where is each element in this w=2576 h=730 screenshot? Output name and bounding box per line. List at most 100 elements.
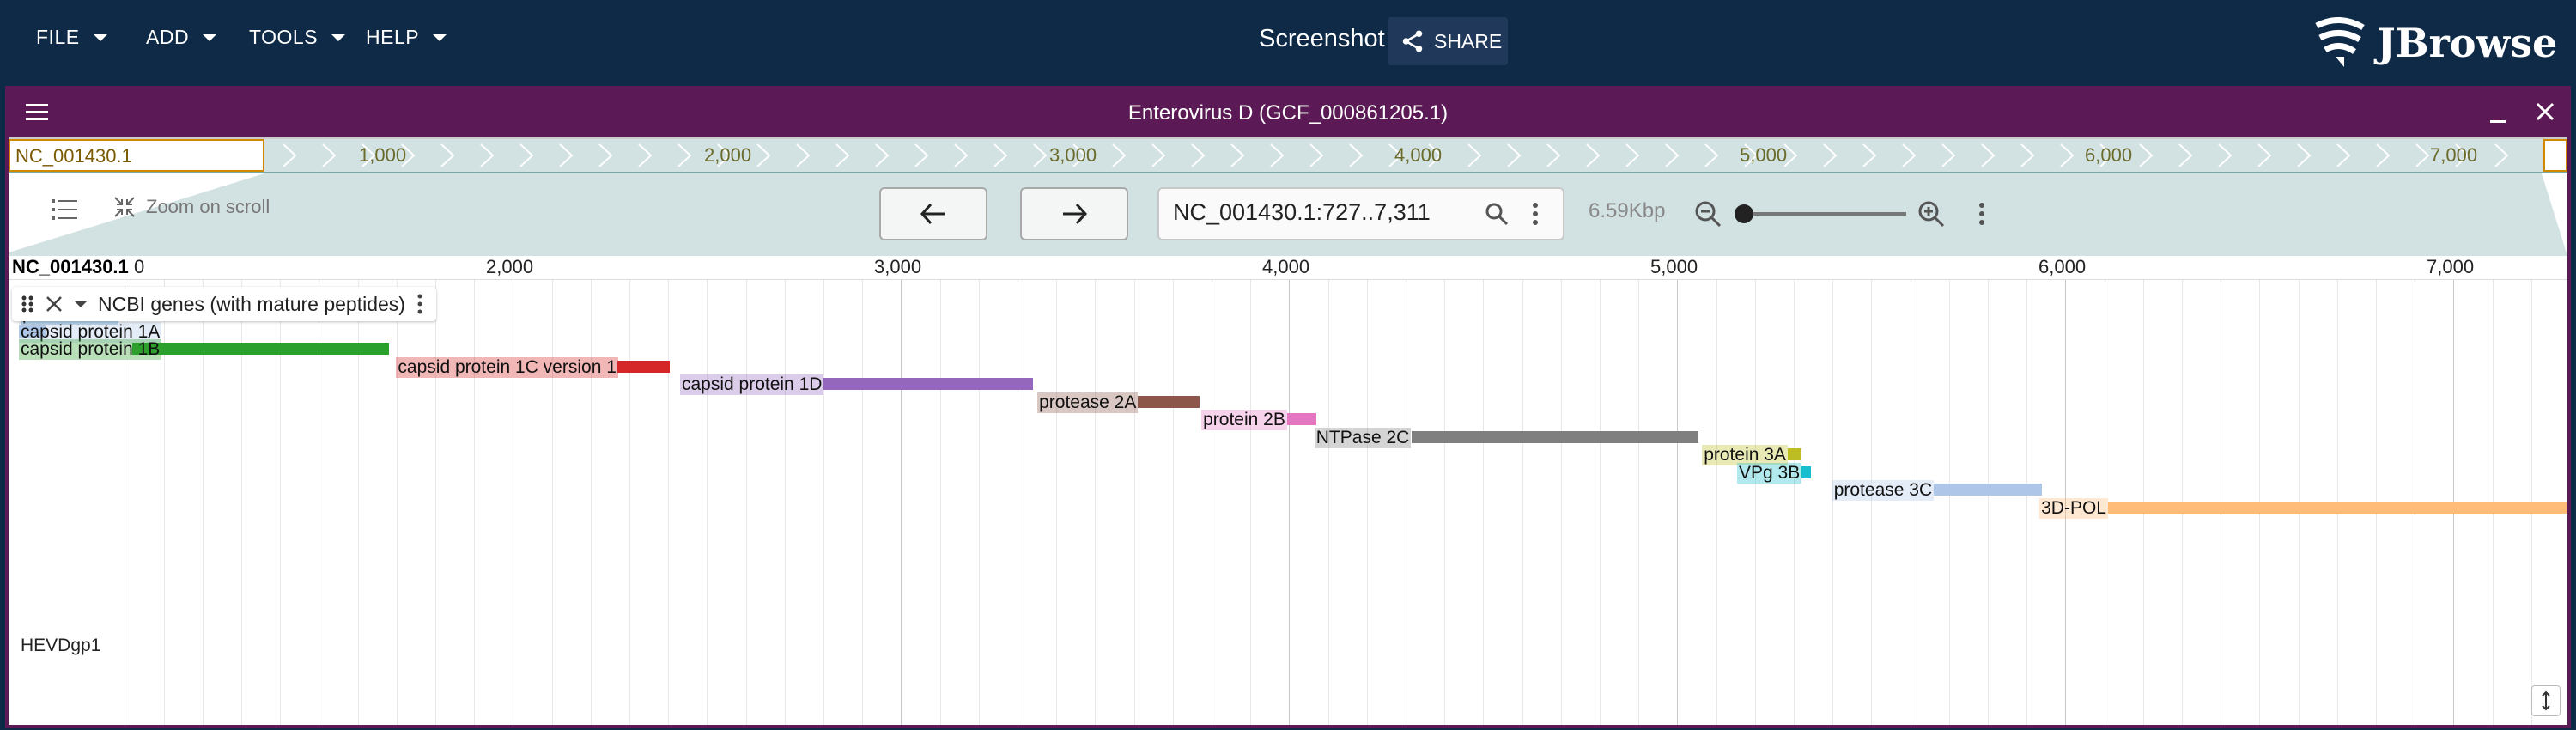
menu-tools[interactable]: TOOLS (249, 26, 346, 49)
feature-label[interactable]: VPg 3B (1737, 462, 1802, 484)
gridline (1172, 280, 1174, 725)
chevron-down-icon (93, 33, 107, 41)
track-selector-icon[interactable] (48, 194, 82, 225)
share-button[interactable]: SHARE (1388, 17, 1508, 65)
gridline (1677, 280, 1679, 725)
feature-bar[interactable] (1788, 448, 1802, 460)
scale-ruler: 0 2,000 3,000 4,000 5,000 6,000 7,000 NC… (9, 256, 2567, 280)
ruler-tick: 2,000 (486, 256, 534, 277)
zoom-out-icon[interactable] (1693, 199, 1722, 228)
gridline (1056, 280, 1058, 725)
gridline (745, 280, 747, 725)
feature-bar[interactable] (1933, 484, 2043, 496)
gridline (590, 280, 592, 725)
zoom-in-icon[interactable] (1917, 199, 1946, 228)
gridline (551, 280, 553, 725)
view-title: Enterovirus D (GCF_000861205.1) (1127, 101, 1449, 125)
arrow-left-icon (920, 203, 945, 225)
feature-label[interactable]: capsid protein 1D (679, 374, 824, 395)
overview-refname: NC_001430.1 (9, 139, 264, 172)
feature-label[interactable]: protease 2A (1037, 392, 1139, 413)
feature-label[interactable]: protease 3C (1832, 480, 1935, 501)
gridline (1327, 280, 1329, 725)
gridline (784, 280, 786, 725)
gene-label[interactable]: HEVDgp1 (21, 636, 100, 656)
feature-bar[interactable] (1801, 465, 1812, 478)
more-vert-icon[interactable] (416, 293, 424, 315)
session-title[interactable]: Screenshot (1259, 25, 1385, 53)
logo-icon (2315, 17, 2365, 67)
overview-tick: 3,000 (1049, 144, 1097, 166)
gridline (1832, 280, 1834, 725)
gridline (629, 280, 630, 725)
feature-bar[interactable] (1287, 413, 1317, 425)
close-icon[interactable] (2533, 100, 2557, 124)
feature-bar[interactable] (132, 343, 389, 355)
zoom-slider-thumb[interactable] (1735, 204, 1753, 223)
jbrowse-logo: JBrowse (2310, 17, 2557, 69)
view-header: Enterovirus D (GCF_000861205.1) (9, 89, 2567, 137)
close-track-icon[interactable] (45, 295, 64, 313)
search-icon[interactable] (1484, 201, 1510, 227)
zoom-slider-track[interactable] (1735, 212, 1906, 216)
feature-label[interactable]: NTPase 2C (1314, 427, 1412, 448)
scroll-right-button[interactable] (1020, 187, 1128, 240)
gridline (435, 280, 436, 725)
feature-bar[interactable] (1411, 430, 1699, 443)
menu-add[interactable]: ADD (146, 26, 217, 49)
zoom-on-scroll-toggle[interactable]: Zoom on scroll (113, 196, 270, 218)
chevron-down-icon[interactable] (74, 301, 88, 307)
gridline (1871, 280, 1873, 725)
gridline (1133, 280, 1135, 725)
feature-bar[interactable] (2108, 501, 2567, 514)
gridline (1560, 280, 1562, 725)
gridline (1600, 280, 1601, 725)
gridline (1948, 280, 1950, 725)
feature-label[interactable]: capsid protein 1C version 1 (396, 356, 618, 378)
chevron-down-icon (433, 33, 447, 41)
gridline (823, 280, 824, 725)
menu-add-label: ADD (146, 26, 190, 48)
gridline (1988, 280, 1989, 725)
ruler-tick: 7,000 (2427, 256, 2475, 277)
feature-track[interactable]: protein VP0capsid protein 1Acapsid prote… (9, 280, 2567, 725)
overview-tick: 5,000 (1740, 144, 1788, 166)
more-vert-icon[interactable] (1530, 201, 1540, 227)
gridline (668, 280, 670, 725)
menu-help-label: HELP (366, 26, 420, 48)
minimize-icon[interactable] (2487, 103, 2509, 125)
overview-scale-bar[interactable]: NC_001430.1 1,000 2,000 3,000 4,000 5,00… (9, 137, 2567, 173)
feature-bar[interactable] (617, 360, 671, 373)
share-label: SHARE (1434, 29, 1503, 52)
overview-tick: 2,000 (704, 144, 752, 166)
zoom-on-scroll-label: Zoom on scroll (146, 196, 270, 217)
share-icon (1402, 30, 1423, 52)
gridline (1366, 280, 1368, 725)
menu-file[interactable]: FILE (36, 26, 107, 49)
arrow-right-icon (1063, 203, 1088, 225)
track-resize-handle[interactable] (2531, 685, 2561, 716)
menu-help[interactable]: HELP (366, 26, 447, 49)
more-vert-icon[interactable] (1977, 201, 1987, 227)
feature-bar[interactable] (823, 378, 1034, 390)
gridline (939, 280, 941, 725)
gridline (474, 280, 476, 725)
menu-tools-label: TOOLS (249, 26, 319, 48)
scroll-left-button[interactable] (879, 187, 987, 240)
gridline (1483, 280, 1485, 725)
chevron-down-icon (331, 33, 346, 41)
gridline (1444, 280, 1446, 725)
feature-bar[interactable] (1138, 395, 1200, 408)
view-controls: Zoom on scroll NC_001430.1:727..7,311 6.… (9, 173, 2567, 256)
overview-tick: 6,000 (2085, 144, 2133, 166)
gridline (978, 280, 980, 725)
logo-text: JBrowse (2377, 20, 2558, 66)
feature-label[interactable]: capsid protein 1B (19, 339, 162, 360)
app-bar: FILE ADD TOOLS HELP Screenshot SHARE JBr… (0, 0, 2576, 82)
drag-handle-icon[interactable] (21, 294, 34, 314)
menu-file-label: FILE (36, 26, 80, 48)
ruler-tick: 3,000 (874, 256, 922, 277)
track-name: NCBI genes (with mature peptides) (98, 292, 405, 315)
feature-label[interactable]: 3D-POL (2039, 497, 2108, 519)
feature-label[interactable]: protein 2B (1201, 410, 1287, 430)
